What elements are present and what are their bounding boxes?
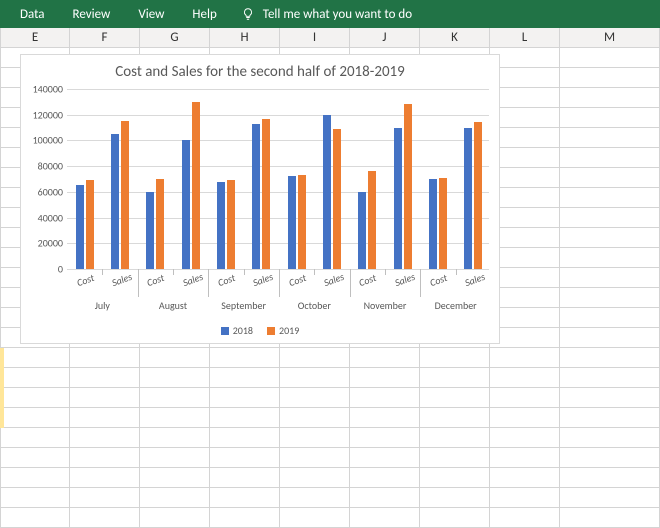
bar-2018 [323,115,331,269]
column-header-I[interactable]: I [280,28,350,47]
y-tick-label: 120000 [25,108,63,121]
subcat-label: Cost [75,271,96,289]
column-header-E[interactable]: E [0,28,70,47]
subcat-label: Sales [393,270,417,289]
subcat-label: Cost [145,271,166,289]
y-tick-label: 60000 [25,185,63,198]
month-label: August [140,299,206,312]
tell-me-search[interactable]: Tell me what you want to do [231,1,422,28]
subcat-label: Cost [287,271,308,289]
bar-2018 [182,140,190,269]
menu-help[interactable]: Help [178,1,230,28]
bar-2018 [464,128,472,269]
column-header-L[interactable]: L [490,28,560,47]
x-axis: Cost Sales Cost Sales Cost Sales Cost Sales Cost… [67,269,489,319]
column-header-H[interactable]: H [210,28,280,47]
menu-data[interactable]: Data [6,1,59,28]
subcat-label: Cost [357,271,378,289]
chart-title: Cost and Sales for the second half of 20… [21,55,499,85]
column-header-F[interactable]: F [70,28,140,47]
row-highlight [0,348,4,428]
bar-2018 [252,124,260,269]
y-tick-label: 140000 [25,83,63,96]
bar-2018 [394,128,402,269]
subcat-label: Cost [216,271,237,289]
chart[interactable]: Cost and Sales for the second half of 20… [20,54,500,344]
subcat-label: Sales [251,270,275,289]
column-header-G[interactable]: G [140,28,210,47]
month-label: September [211,299,277,312]
subcat-label: Sales [322,270,346,289]
bar-2018 [429,179,437,269]
bar-2018 [111,134,119,269]
column-header-J[interactable]: J [350,28,420,47]
bar-2018 [217,182,225,269]
subcat-label: Sales [181,270,205,289]
swatch-2018 [221,327,229,335]
bar-2019 [121,121,129,269]
y-tick-label: 80000 [25,160,63,173]
swatch-2019 [267,327,275,335]
legend-item-2019: 2019 [267,324,299,337]
bar-2019 [298,175,306,269]
column-headers: EFGHIJKLM [0,28,660,48]
ribbon: Data Review View Help Tell me what you w… [0,0,660,28]
bar-2018 [358,192,366,269]
bar-2019 [439,178,447,269]
legend: 2018 2019 [21,324,499,337]
bar-2019 [156,179,164,269]
subcat-label: Sales [463,270,487,289]
column-header-M[interactable]: M [560,28,660,47]
tell-me-label: Tell me what you want to do [263,7,412,22]
bar-2018 [288,176,296,269]
month-label: December [423,299,489,312]
menu-review[interactable]: Review [59,1,125,28]
bar-2019 [262,119,270,269]
legend-item-2018: 2018 [221,324,253,337]
month-label: July [69,299,135,312]
bar-2018 [76,185,84,269]
bar-2019 [192,102,200,269]
bar-2019 [227,180,235,269]
bar-2019 [368,171,376,269]
y-tick-label: 20000 [25,237,63,250]
bar-2019 [404,104,412,269]
month-label: October [281,299,347,312]
bar-2019 [474,122,482,269]
bar-2019 [86,180,94,269]
subcat-label: Sales [110,270,134,289]
subcat-label: Cost [428,271,449,289]
month-label: November [352,299,418,312]
y-tick-label: 0 [25,263,63,276]
legend-label-2019: 2019 [279,324,299,337]
column-header-K[interactable]: K [420,28,490,47]
legend-label-2018: 2018 [233,324,253,337]
plot-area: 020000400006000080000100000120000140000 [67,89,489,269]
menu-view[interactable]: View [124,1,178,28]
bar-2018 [146,192,154,269]
bar-2019 [333,129,341,269]
y-tick-label: 40000 [25,211,63,224]
lightbulb-icon [241,7,255,21]
y-tick-label: 100000 [25,134,63,147]
spreadsheet-grid[interactable]: Cost and Sales for the second half of 20… [0,48,660,510]
